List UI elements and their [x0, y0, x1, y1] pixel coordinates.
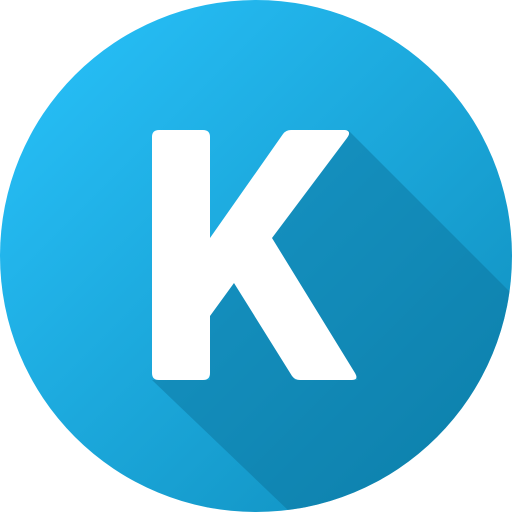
letter-k-icon: K [0, 0, 512, 512]
icon-svg: K [0, 0, 512, 512]
